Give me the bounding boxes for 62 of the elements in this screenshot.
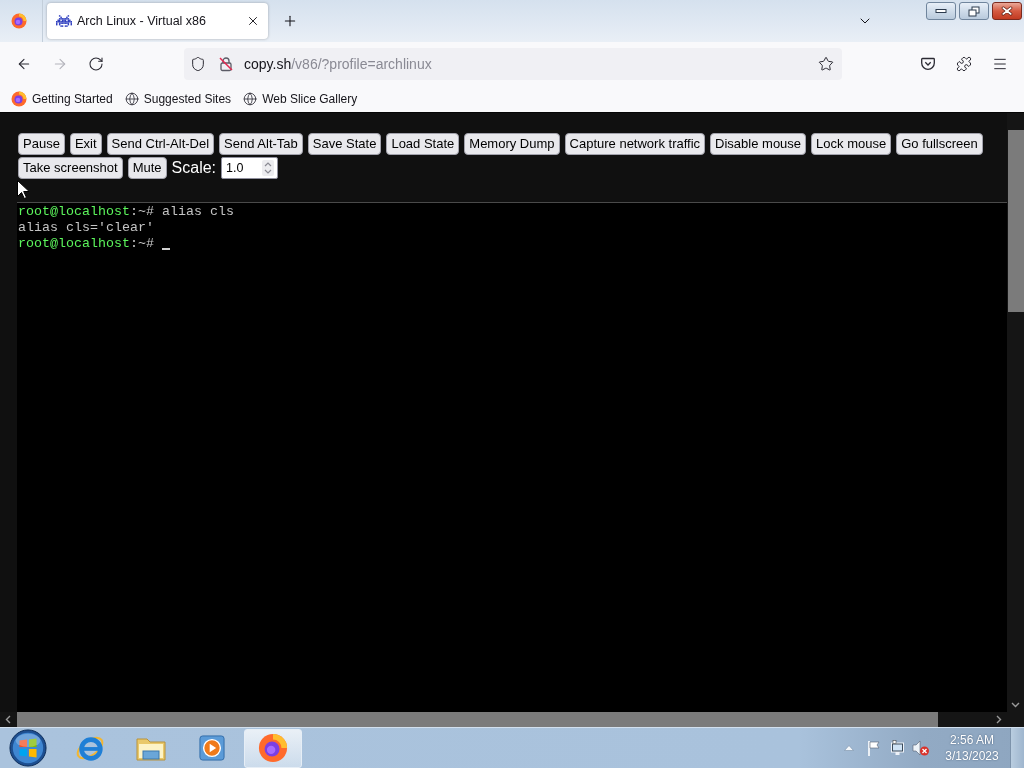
- shield-icon[interactable]: [190, 56, 206, 72]
- play-icon: [199, 735, 225, 761]
- restore-button[interactable]: [959, 2, 989, 20]
- scrollbar-thumb[interactable]: [1008, 130, 1024, 312]
- control-button[interactable]: Capture network traffic: [564, 133, 706, 155]
- close-button[interactable]: [992, 2, 1022, 20]
- control-button[interactable]: Load State: [386, 133, 460, 155]
- command-text: alias cls: [162, 204, 234, 220]
- browser-logo-icon[interactable]: [11, 13, 27, 29]
- speaker-muted-icon[interactable]: [912, 740, 930, 756]
- scale-label: Scale:: [171, 158, 217, 178]
- prompt-user: root@localhost: [18, 204, 130, 220]
- clock-date: 3/13/2023: [945, 749, 999, 763]
- puzzle-icon[interactable]: [956, 56, 972, 72]
- browser-tab[interactable]: Arch Linux - Virtual x86: [47, 3, 268, 39]
- control-button[interactable]: Pause: [18, 133, 65, 155]
- control-button[interactable]: Take screenshot: [18, 157, 123, 179]
- address-bar[interactable]: copy.sh/v86/?profile=archlinux: [184, 48, 842, 80]
- reload-icon[interactable]: [88, 56, 104, 72]
- control-button[interactable]: Memory Dump: [464, 133, 560, 155]
- control-button[interactable]: Mute: [127, 157, 167, 179]
- scale-input[interactable]: 1.0: [221, 157, 279, 179]
- restore-icon: [968, 5, 980, 17]
- control-button[interactable]: Disable mouse: [710, 133, 807, 155]
- control-button[interactable]: Lock mouse: [811, 133, 892, 155]
- terminal-screen[interactable]: root@localhost:~# alias cls alias cls='clear' root@localhost:~#: [17, 202, 1007, 712]
- prompt-path: :~#: [130, 204, 154, 220]
- back-icon[interactable]: [16, 56, 32, 72]
- plus-icon[interactable]: [282, 13, 298, 29]
- control-button[interactable]: Go fullscreen: [896, 133, 983, 155]
- bookmark-link[interactable]: Suggested Sites: [124, 92, 232, 106]
- clock-time: 2:56 AM: [950, 733, 994, 747]
- prompt-path: :~#: [130, 236, 154, 252]
- control-button[interactable]: Exit: [69, 133, 102, 155]
- control-button[interactable]: Send Alt-Tab: [219, 133, 303, 155]
- monitor-icon[interactable]: [890, 740, 906, 756]
- control-button[interactable]: Send Ctrl-Alt-Del: [106, 133, 215, 155]
- close-icon: [1001, 6, 1013, 16]
- invader-icon: [56, 15, 72, 27]
- mouse-pointer-icon: [17, 180, 29, 199]
- menu-icon[interactable]: [992, 56, 1008, 72]
- pocket-icon[interactable]: [920, 56, 936, 72]
- control-button[interactable]: Save State: [307, 133, 382, 155]
- globe-icon: [124, 92, 139, 106]
- flag-icon[interactable]: [866, 740, 882, 756]
- minimize-icon: [935, 8, 947, 14]
- bookmark-link[interactable]: Getting Started: [11, 91, 113, 107]
- minimize-button[interactable]: [926, 2, 956, 20]
- browser-logo-icon: [11, 91, 27, 107]
- browser-logo-icon: [258, 733, 288, 763]
- start-button[interactable]: [6, 728, 50, 768]
- star-icon[interactable]: [818, 56, 834, 72]
- output-text: alias cls='clear': [18, 220, 154, 236]
- spin-arrows-icon[interactable]: [262, 160, 275, 176]
- bookmark-link[interactable]: Web Slice Gallery: [243, 92, 358, 106]
- crossed-lock-icon[interactable]: [218, 56, 234, 72]
- start-orb-icon: [9, 729, 47, 767]
- globe-icon: [243, 92, 258, 106]
- prompt-user: root@localhost: [18, 236, 130, 252]
- taskbar-button[interactable]: [244, 728, 302, 768]
- url-text: copy.sh/v86/?profile=archlinux: [244, 56, 433, 72]
- close-icon[interactable]: [246, 14, 260, 28]
